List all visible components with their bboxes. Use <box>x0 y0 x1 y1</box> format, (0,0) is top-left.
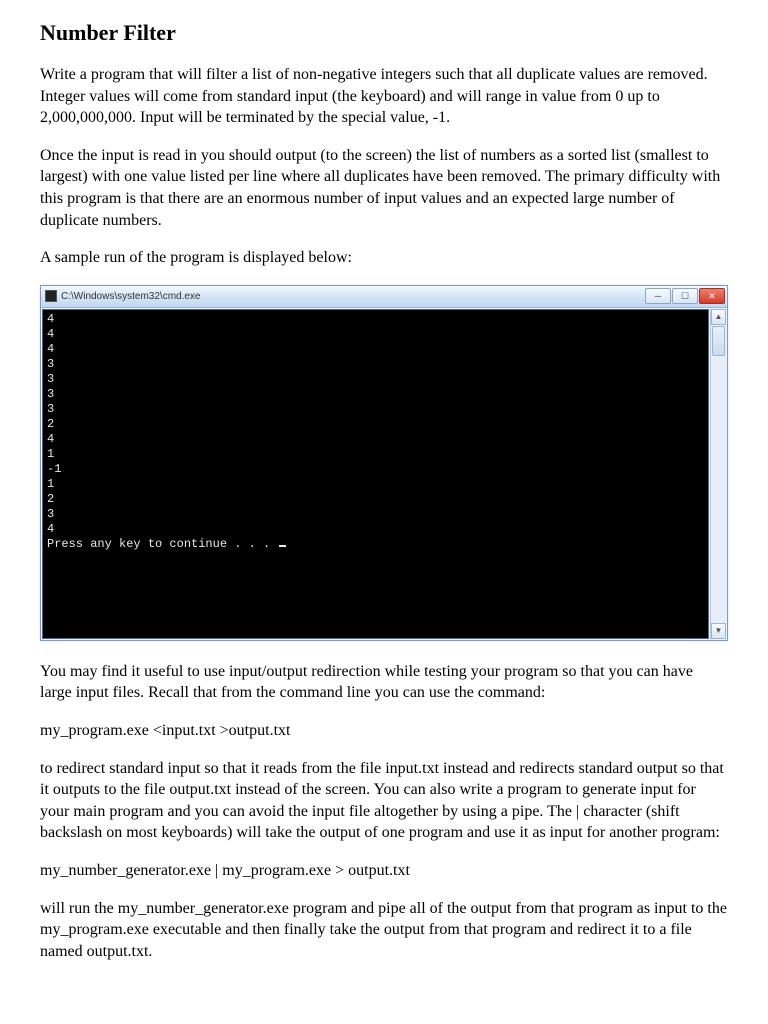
close-button[interactable]: ✕ <box>699 288 725 304</box>
maximize-button[interactable]: ☐ <box>672 288 698 304</box>
scroll-track[interactable] <box>711 357 726 623</box>
paragraph-sample-label: A sample run of the program is displayed… <box>40 247 728 269</box>
console-app-icon <box>45 290 57 302</box>
console-body-wrap: 4 4 4 3 3 3 3 2 4 1 -1 1 2 3 4 Press any… <box>41 308 727 640</box>
paragraph-redirect-intro: You may find it useful to use input/outp… <box>40 661 728 704</box>
console-scrollbar[interactable]: ▲ ▼ <box>710 309 726 639</box>
paragraph-intro-1: Write a program that will filter a list … <box>40 64 728 129</box>
minimize-button[interactable]: ─ <box>645 288 671 304</box>
command-line-example-2: my_number_generator.exe | my_program.exe… <box>40 860 728 882</box>
scroll-thumb[interactable] <box>712 326 725 356</box>
page-title: Number Filter <box>40 20 728 46</box>
paragraph-pipe-explain: will run the my_number_generator.exe pro… <box>40 898 728 963</box>
scroll-up-arrow-icon[interactable]: ▲ <box>711 309 726 325</box>
paragraph-intro-2: Once the input is read in you should out… <box>40 145 728 231</box>
console-output: 4 4 4 3 3 3 3 2 4 1 -1 1 2 3 4 Press any… <box>42 309 709 639</box>
console-titlebar: C:\Windows\system32\cmd.exe ─ ☐ ✕ <box>41 286 727 308</box>
scroll-down-arrow-icon[interactable]: ▼ <box>711 623 726 639</box>
window-controls: ─ ☐ ✕ <box>644 288 725 304</box>
console-title-text: C:\Windows\system32\cmd.exe <box>61 291 201 302</box>
console-window: C:\Windows\system32\cmd.exe ─ ☐ ✕ 4 4 4 … <box>40 285 728 641</box>
console-text: 4 4 4 3 3 3 3 2 4 1 -1 1 2 3 4 Press any… <box>47 312 277 551</box>
console-title-left: C:\Windows\system32\cmd.exe <box>45 290 201 302</box>
paragraph-redirect-explain: to redirect standard input so that it re… <box>40 758 728 844</box>
command-line-example-1: my_program.exe <input.txt >output.txt <box>40 720 728 742</box>
console-cursor <box>279 545 286 547</box>
